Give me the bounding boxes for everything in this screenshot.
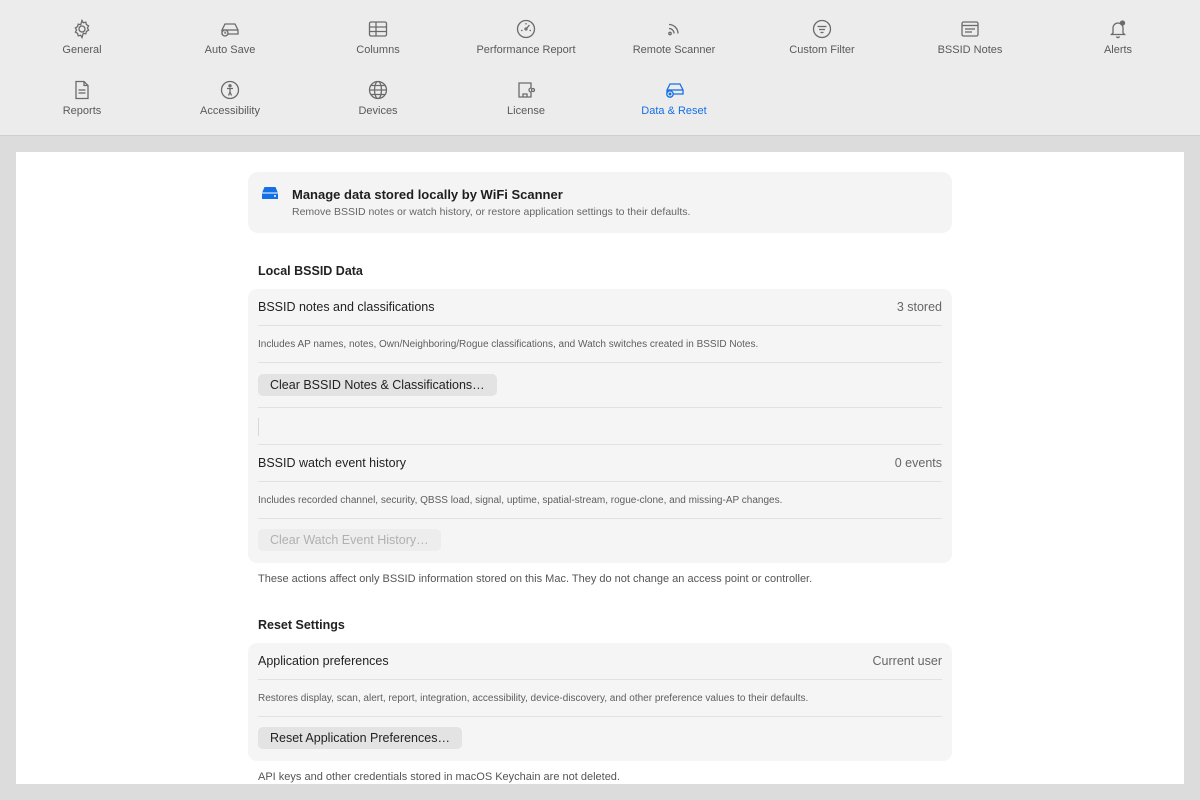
local-data-group: BSSID notes and classifications 3 stored… <box>248 289 952 563</box>
tab-columns[interactable]: Columns <box>304 18 452 74</box>
section-title-reset: Reset Settings <box>258 618 345 632</box>
history-label: BSSID watch event history <box>258 456 406 470</box>
tab-label: Performance Report <box>476 44 576 56</box>
accessibility-icon <box>220 80 240 100</box>
history-desc-row: Includes recorded channel, security, QBS… <box>258 482 942 519</box>
rss-icon <box>668 23 679 36</box>
banner-title: Manage data stored locally by WiFi Scann… <box>292 187 563 202</box>
prefs-action-row: Reset Application Preferences… <box>258 717 942 761</box>
prefs-label: Application preferences <box>258 654 389 668</box>
tab-label: Reports <box>62 105 102 117</box>
divider <box>258 418 259 436</box>
reset-preferences-button[interactable]: Reset Application Preferences… <box>258 727 462 749</box>
history-row: BSSID watch event history 0 events <box>258 445 942 482</box>
tab-alerts[interactable]: Alerts <box>1044 18 1192 74</box>
notes-label: BSSID notes and classifications <box>258 300 435 314</box>
table-icon <box>368 21 388 37</box>
clear-history-button[interactable]: Clear Watch Event History… <box>258 529 441 551</box>
preferences-toolbar: General Auto Save Columns Performance Re… <box>0 0 1200 136</box>
tab-custom-filter[interactable]: Custom Filter <box>748 18 896 74</box>
drive-reset-icon <box>666 83 684 98</box>
prefs-row: Application preferences Current user <box>258 643 942 680</box>
gauge-icon <box>516 19 536 39</box>
filter-icon <box>812 19 832 39</box>
history-description: Includes recorded channel, security, QBS… <box>258 495 783 506</box>
tab-accessibility[interactable]: Accessibility <box>156 79 304 135</box>
tab-label: Custom Filter <box>789 44 855 56</box>
notes-description: Includes AP names, notes, Own/Neighborin… <box>258 339 759 350</box>
gear-icon <box>74 18 90 40</box>
notes-count: 3 stored <box>896 300 942 314</box>
clear-notes-button[interactable]: Clear BSSID Notes & Classifications… <box>258 374 497 396</box>
tab-auto-save[interactable]: Auto Save <box>156 18 304 74</box>
history-action-row: Clear Watch Event History… <box>258 519 942 563</box>
tab-license[interactable]: License <box>452 79 600 135</box>
reset-group: Application preferences Current user Res… <box>248 643 952 761</box>
drive-icon <box>262 187 278 199</box>
tab-label: Columns <box>356 44 400 56</box>
notes-row: BSSID notes and classifications 3 stored <box>258 289 942 326</box>
tab-label: Auto Save <box>204 44 256 56</box>
note-icon <box>961 21 979 37</box>
tab-label: Accessibility <box>200 105 260 117</box>
tab-bssid-notes[interactable]: BSSID Notes <box>896 18 1044 74</box>
tab-reports[interactable]: Reports <box>8 79 156 135</box>
banner-subtitle: Remove BSSID notes or watch history, or … <box>292 206 691 218</box>
tab-data-reset[interactable]: Data & Reset <box>600 79 748 135</box>
tab-label: BSSID Notes <box>937 44 1003 56</box>
tab-performance-report[interactable]: Performance Report <box>452 18 600 74</box>
document-icon <box>75 80 89 100</box>
drive-clock-icon <box>221 23 239 37</box>
tab-label: Data & Reset <box>641 105 707 117</box>
tab-general[interactable]: General <box>8 18 156 74</box>
local-data-footnote: These actions affect only BSSID informat… <box>258 573 813 585</box>
license-icon <box>518 82 536 98</box>
prefs-desc-row: Restores display, scan, alert, report, i… <box>258 680 942 717</box>
settings-pane: Manage data stored locally by WiFi Scann… <box>16 152 1184 784</box>
history-count: 0 events <box>894 456 942 470</box>
tab-label: Devices <box>358 105 398 117</box>
notes-desc-row: Includes AP names, notes, Own/Neighborin… <box>258 326 942 363</box>
globe-icon <box>368 80 388 100</box>
prefs-description: Restores display, scan, alert, report, i… <box>258 693 809 704</box>
bell-icon <box>1109 20 1127 39</box>
tab-remote-scanner[interactable]: Remote Scanner <box>600 18 748 74</box>
spacer-row <box>258 408 942 445</box>
tab-label: License <box>507 105 545 117</box>
tab-label: Alerts <box>1103 44 1133 56</box>
tab-devices[interactable]: Devices <box>304 79 452 135</box>
prefs-scope: Current user <box>872 654 942 668</box>
tab-label: General <box>62 44 102 56</box>
tab-label: Remote Scanner <box>632 44 716 56</box>
reset-footnote: API keys and other credentials stored in… <box>258 771 620 783</box>
info-banner: Manage data stored locally by WiFi Scann… <box>248 172 952 233</box>
section-title-local-data: Local BSSID Data <box>258 264 363 278</box>
notes-action-row: Clear BSSID Notes & Classifications… <box>258 363 942 408</box>
